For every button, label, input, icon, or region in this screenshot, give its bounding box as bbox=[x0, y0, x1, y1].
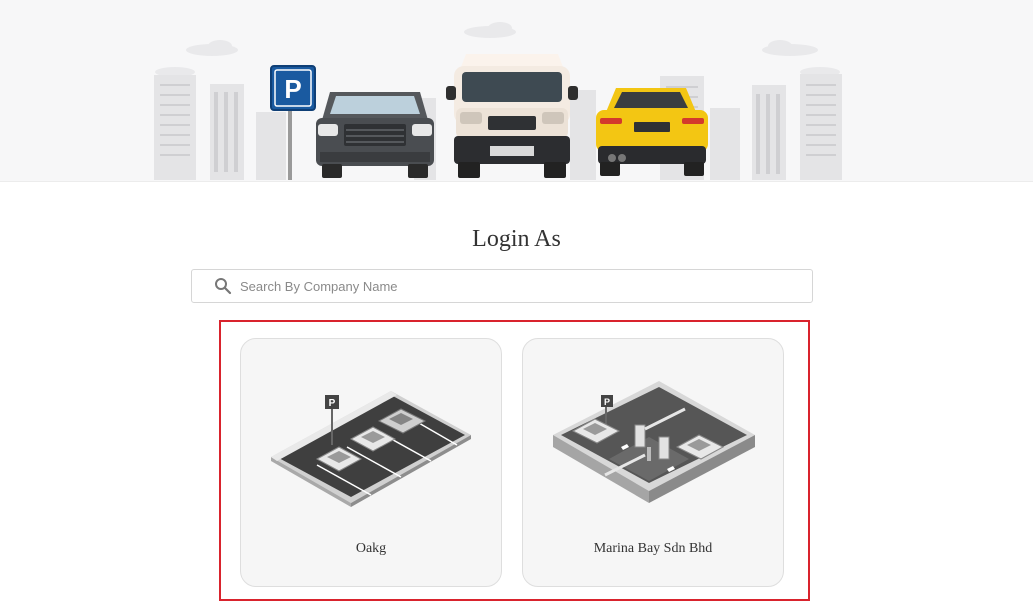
company-name: Marina Bay Sdn Bhd bbox=[593, 541, 713, 556]
hero-banner: P bbox=[0, 0, 1033, 182]
company-name: Oakg bbox=[355, 541, 387, 556]
company-card-marina-bay[interactable]: P Marina Bay Sdn Bhd bbox=[522, 338, 784, 587]
svg-text:P: P bbox=[604, 397, 610, 407]
company-card-oakg[interactable]: P Oakg bbox=[240, 338, 502, 587]
svg-text:P: P bbox=[329, 398, 336, 409]
search-input[interactable] bbox=[240, 271, 800, 301]
search-icon bbox=[215, 278, 232, 295]
svg-text:P: P bbox=[284, 74, 301, 104]
page-title: Login As bbox=[472, 226, 561, 252]
parking-lot-icon: P bbox=[271, 391, 471, 507]
search-box[interactable] bbox=[191, 269, 813, 303]
parking-cars-city-illustration: P bbox=[154, 22, 842, 180]
parking-gate-icon: P bbox=[553, 381, 755, 503]
